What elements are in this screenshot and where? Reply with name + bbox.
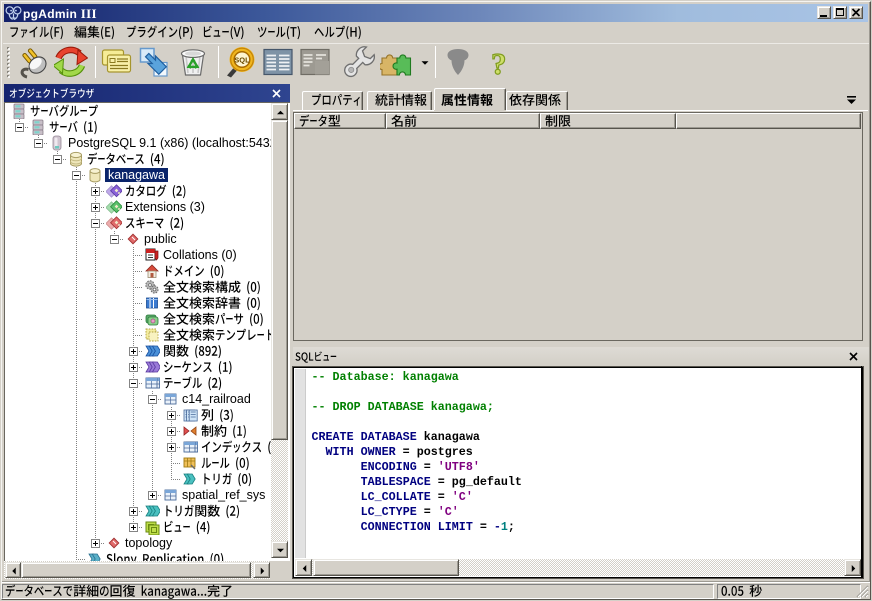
svg-text:?: ? bbox=[491, 46, 507, 79]
svg-text:SQL: SQL bbox=[234, 56, 250, 65]
